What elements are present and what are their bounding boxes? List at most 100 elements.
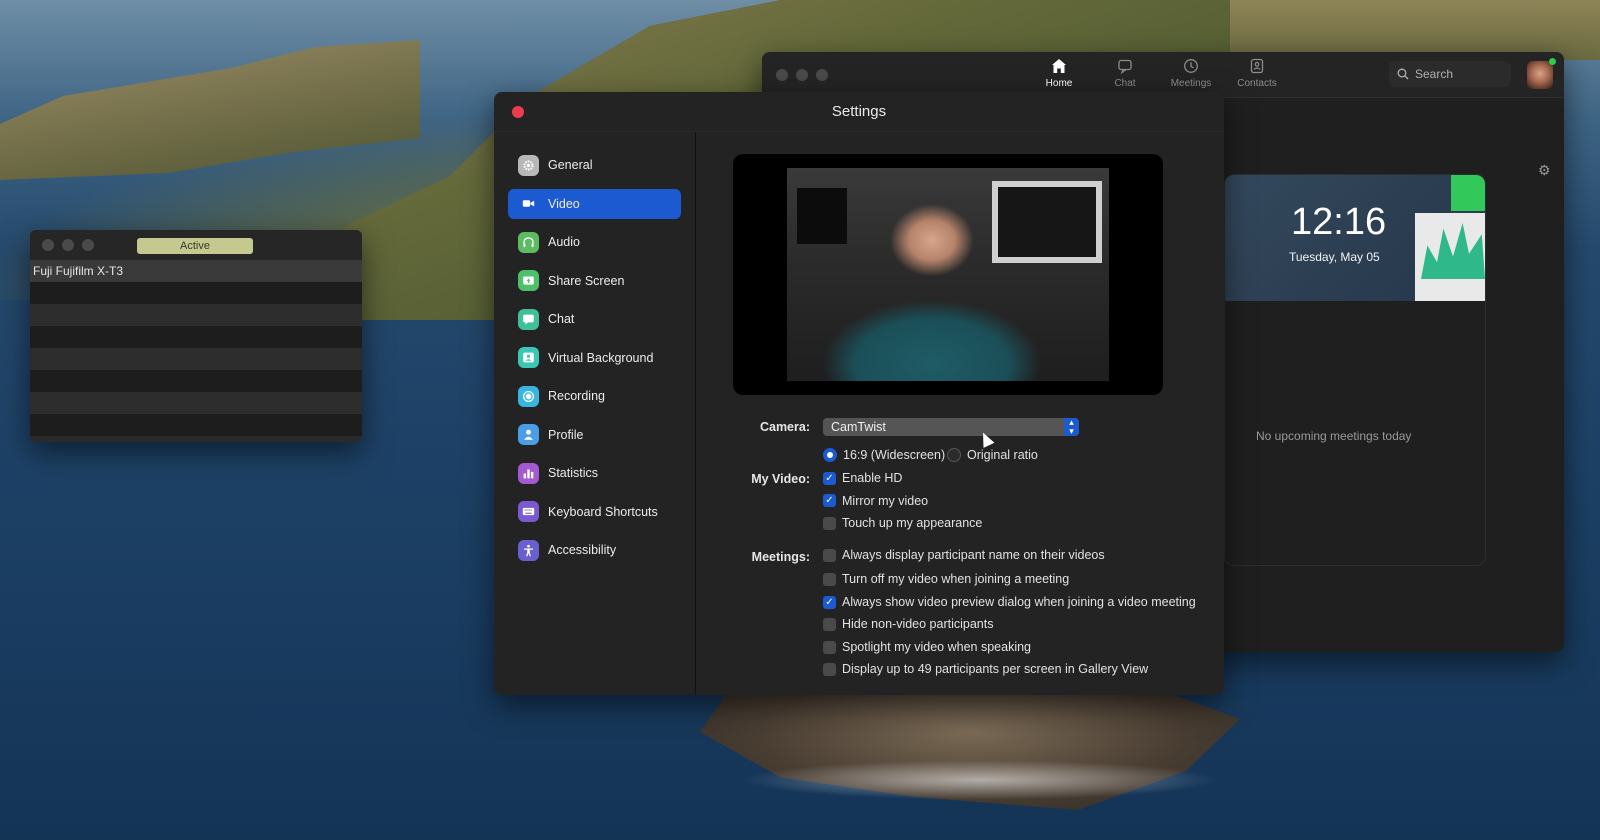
avatar[interactable] [1527, 61, 1553, 89]
minimize-window-button[interactable] [796, 69, 808, 81]
checkbox-unchecked[interactable] [823, 572, 836, 586]
settings-titlebar[interactable]: Settings [494, 92, 1224, 132]
camtwist-titlebar[interactable]: Active [30, 230, 362, 260]
video-camera-icon [518, 193, 539, 214]
preview-light-panel [797, 188, 847, 244]
camera-select[interactable]: CamTwist ▴ ▾ [823, 418, 1079, 436]
plant-leaf-illustration [1451, 175, 1485, 211]
list-item[interactable] [30, 392, 362, 414]
tab-meetings[interactable]: Meetings [1168, 58, 1214, 89]
list-item[interactable] [30, 348, 362, 370]
minimize-window-button[interactable] [62, 239, 74, 251]
checkbox-unchecked[interactable] [823, 662, 836, 676]
list-item[interactable] [30, 326, 362, 348]
sidebar-item-accessibility[interactable]: Accessibility [508, 535, 681, 565]
sidebar-item-chat[interactable]: Chat [508, 304, 681, 334]
checkbox-unchecked[interactable] [823, 548, 836, 562]
sidebar-item-share-screen[interactable]: Share Screen [508, 266, 681, 296]
camera-preview-image [787, 168, 1109, 381]
search-input[interactable]: Search [1389, 61, 1511, 87]
gear-icon [518, 154, 539, 176]
sidebar-item-general[interactable]: General [508, 150, 681, 180]
camera-select-value: CamTwist [831, 420, 886, 434]
zoom-window-button[interactable] [82, 239, 94, 251]
option-display-up-to-49-participants-per-screen-in-gallery-view[interactable]: Display up to 49 participants per screen… [823, 662, 1148, 676]
checkbox-label: Turn off my video when joining a meeting [842, 572, 1070, 586]
radio-button[interactable] [947, 448, 961, 462]
recording-icon [518, 385, 539, 407]
camera-label: Camera: [759, 420, 810, 434]
window-controls [776, 69, 828, 81]
clock-icon [1184, 59, 1198, 73]
tab-chat[interactable]: Chat [1102, 58, 1148, 89]
sidebar-item-recording[interactable]: Recording [508, 381, 681, 411]
sidebar-item-profile[interactable]: Profile [508, 420, 681, 450]
option-turn-off-my-video-when-joining-a-meeting[interactable]: Turn off my video when joining a meeting [823, 572, 1069, 586]
close-window-button[interactable] [512, 106, 524, 118]
tab-home[interactable]: Home [1036, 58, 1082, 89]
sidebar-item-virtual-background[interactable]: Virtual Background [508, 343, 681, 373]
checkbox-unchecked[interactable] [823, 640, 836, 654]
option-always-show-video-preview-dialog-when-joining-a-video-meeting[interactable]: ✓ Always show video preview dialog when j… [823, 595, 1196, 609]
radio-button[interactable] [823, 448, 837, 462]
sidebar-item-keyboard-shortcuts[interactable]: Keyboard Shortcuts [508, 497, 681, 527]
contact-card-icon [1250, 58, 1264, 74]
checkbox-label: Touch up my appearance [842, 516, 983, 530]
sidebar-item-label: Recording [548, 389, 605, 403]
camera-source-list: Fuji Fujifilm X-T3 [30, 260, 362, 436]
option-spotlight-my-video-when-speaking[interactable]: Spotlight my video when speaking [823, 640, 1031, 654]
option-enable-hd[interactable]: ✓ Enable HD [823, 471, 902, 485]
sidebar-item-video[interactable]: Video [508, 188, 681, 219]
checkbox-checked[interactable]: ✓ [823, 595, 836, 609]
active-status-badge[interactable]: Active [137, 238, 253, 254]
upcoming-meetings-card: 12:16 Tuesday, May 05 No upcoming meetin… [1224, 174, 1486, 566]
sidebar-item-label: Statistics [548, 466, 599, 480]
checkbox-unchecked[interactable] [823, 516, 836, 530]
option-touch-up-my-appearance[interactable]: Touch up my appearance [823, 516, 982, 530]
sidebar-item-statistics[interactable]: Statistics [508, 458, 681, 488]
meetings-label: Meetings: [751, 550, 810, 564]
home-icon [1052, 59, 1066, 73]
checkbox-checked[interactable]: ✓ [823, 494, 836, 507]
camera-preview [733, 154, 1163, 395]
settings-sidebar: General Video Audio Share Screen Chat Virtual… [494, 132, 696, 695]
list-item[interactable] [30, 414, 362, 436]
gear-icon[interactable]: ⚙ [1538, 162, 1551, 179]
sidebar-item-audio[interactable]: Audio [508, 227, 681, 257]
close-window-button[interactable] [776, 69, 788, 81]
sidebar-item-label: Profile [548, 427, 584, 442]
option-mirror-my-video[interactable]: ✓ Mirror my video [823, 494, 928, 508]
radio-label: 16:9 (Widescreen) [843, 448, 946, 462]
share-screen-icon [518, 270, 539, 291]
chevron-updown-icon: ▴ ▾ [1064, 418, 1079, 436]
sidebar-item-label: Audio [548, 235, 580, 249]
checkbox-unchecked[interactable] [823, 617, 836, 631]
tab-contacts[interactable]: Contacts [1234, 58, 1280, 89]
option-always-display-participant-name-on-their-videos[interactable]: Always display participant name on their… [823, 548, 1105, 562]
camtwist-window: Active Fuji Fujifilm X-T3 [30, 230, 362, 442]
zoom-window-button[interactable] [816, 69, 828, 81]
list-item[interactable] [30, 370, 362, 392]
checkbox-label: Always show video preview dialog when jo… [842, 595, 1196, 609]
accessibility-icon [518, 539, 539, 561]
search-icon [1397, 68, 1409, 80]
sidebar-item-label: General [548, 158, 593, 172]
headphones-icon [518, 231, 539, 253]
option-hide-non-video-participants[interactable]: Hide non-video participants [823, 617, 993, 631]
chat-bubble-icon [518, 308, 539, 330]
list-item[interactable]: Fuji Fujifilm X-T3 [30, 260, 362, 282]
checkbox-checked[interactable]: ✓ [823, 471, 836, 485]
ratio-original-radio[interactable]: Original ratio [947, 448, 1038, 462]
ratio-widescreen-radio[interactable]: 16:9 (Widescreen) [823, 448, 945, 462]
sidebar-item-label: Video [548, 196, 580, 211]
checkbox-label: Mirror my video [842, 493, 929, 508]
statistics-icon [518, 462, 539, 484]
tab-label: Home [1045, 78, 1073, 89]
sidebar-item-label: Keyboard Shortcuts [548, 504, 658, 519]
close-window-button[interactable] [42, 239, 54, 251]
tab-label: Meetings [1170, 78, 1212, 89]
checkbox-label: Spotlight my video when speaking [842, 640, 1032, 654]
list-item[interactable] [30, 304, 362, 326]
video-settings-panel: Camera: CamTwist ▴ ▾ 16:9 (Widescreen) Or… [696, 132, 1224, 695]
list-item[interactable] [30, 282, 362, 304]
